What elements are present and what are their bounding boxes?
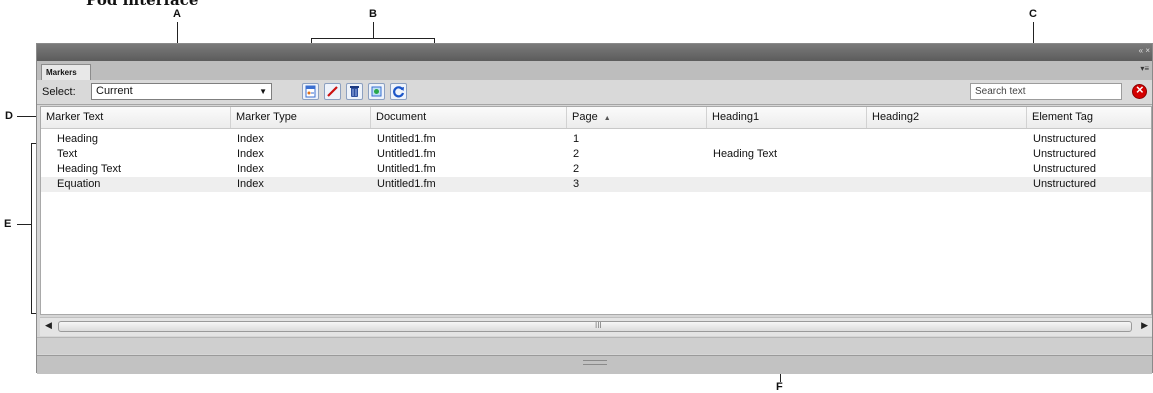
- cell-element-tag: Unstructured: [1033, 133, 1096, 145]
- scroll-right-icon[interactable]: ▶: [1141, 320, 1148, 331]
- scrollbar-grip: III: [595, 321, 602, 330]
- callout-b-bracket: [311, 38, 435, 39]
- tab-markers[interactable]: Markers: [41, 64, 91, 80]
- cell-page: 2: [573, 163, 580, 175]
- callout-e: E: [4, 218, 12, 230]
- callout-a: A: [173, 8, 181, 20]
- callout-e-line: [17, 224, 31, 225]
- panel-window-buttons[interactable]: « ×: [1139, 46, 1150, 55]
- cell-marker-type: Index: [237, 163, 264, 175]
- edit-marker-icon[interactable]: [302, 83, 319, 100]
- panel-bottom-bar: [37, 355, 1152, 374]
- callout-c: C: [1029, 8, 1037, 20]
- sort-ascending-icon: ▲: [603, 115, 611, 122]
- column-header-marker-type[interactable]: Marker Type: [231, 107, 371, 128]
- table-row[interactable]: Heading Text Index Untitled1.fm 2 Unstructur…: [41, 162, 1151, 177]
- cell-element-tag: Unstructured: [1033, 163, 1096, 175]
- search-input[interactable]: Search text: [970, 83, 1122, 100]
- table-row[interactable]: Heading Index Untitled1.fm 1 Unstructured: [41, 132, 1151, 147]
- callout-e-bracket: [31, 143, 32, 313]
- resize-grip[interactable]: [582, 360, 607, 365]
- tab-row: Markers ▾≡: [37, 61, 1152, 81]
- clear-search-icon[interactable]: [1132, 82, 1147, 99]
- cell-marker-text: Heading Text: [57, 163, 122, 175]
- cell-marker-text: Text: [57, 148, 78, 160]
- table-header: Marker Text Marker Type Document Page ▲ H…: [41, 107, 1151, 129]
- cell-marker-type: Index: [237, 148, 264, 160]
- column-header-element-tag[interactable]: Element Tag: [1027, 107, 1151, 128]
- insert-icon[interactable]: [368, 83, 385, 100]
- cell-page: 3: [573, 178, 580, 190]
- horizontal-scrollbar[interactable]: ◀ III ▶: [40, 317, 1152, 336]
- cell-document: Untitled1.fm: [377, 148, 436, 160]
- status-bar: [37, 337, 1152, 354]
- scrollbar-thumb[interactable]: III: [58, 321, 1132, 332]
- cell-marker-text: Equation: [57, 178, 101, 190]
- markers-table: Marker Text Marker Type Document Page ▲ H…: [40, 106, 1152, 315]
- callout-b: B: [369, 8, 377, 20]
- refresh-icon[interactable]: [390, 83, 407, 100]
- cell-marker-type: Index: [237, 133, 264, 145]
- cell-document: Untitled1.fm: [377, 178, 436, 190]
- cell-page: 2: [573, 148, 580, 160]
- cell-marker-text: Heading: [57, 133, 98, 145]
- column-header-heading1[interactable]: Heading1: [707, 107, 867, 128]
- callout-b-line: [373, 22, 374, 38]
- panel-menu-icon[interactable]: ▾≡: [1140, 64, 1149, 73]
- table-row[interactable]: Equation Index Untitled1.fm 3 Unstructured: [41, 177, 1151, 192]
- cell-element-tag: Unstructured: [1033, 178, 1096, 190]
- column-header-heading2[interactable]: Heading2: [867, 107, 1027, 128]
- table-row[interactable]: Text Index Untitled1.fm 2 Heading Text Unstru…: [41, 147, 1151, 162]
- cell-marker-type: Index: [237, 178, 264, 190]
- delete-icon[interactable]: [346, 83, 363, 100]
- scroll-left-icon[interactable]: ◀: [45, 320, 52, 331]
- figure-title: Pod interface: [86, 0, 199, 9]
- select-value: Current: [96, 85, 133, 97]
- callout-d: D: [5, 110, 13, 122]
- column-header-page-label: Page: [572, 111, 598, 123]
- cell-document: Untitled1.fm: [377, 133, 436, 145]
- chevron-down-icon: ▼: [259, 87, 267, 96]
- column-header-marker-text[interactable]: Marker Text: [41, 107, 231, 128]
- select-label: Select:: [42, 86, 76, 98]
- cell-page: 1: [573, 133, 580, 145]
- pencil-icon[interactable]: [324, 83, 341, 100]
- markers-panel: « × Markers ▾≡ Select: Current ▼ Search …: [36, 43, 1153, 374]
- callout-f: F: [776, 381, 783, 393]
- cell-element-tag: Unstructured: [1033, 148, 1096, 160]
- cell-heading1: Heading Text: [713, 148, 778, 160]
- toolbar: Select: Current ▼ Search text: [37, 80, 1152, 105]
- cell-document: Untitled1.fm: [377, 163, 436, 175]
- select-dropdown[interactable]: Current ▼: [91, 83, 272, 100]
- column-header-document[interactable]: Document: [371, 107, 567, 128]
- panel-titlebar: « ×: [37, 44, 1152, 61]
- column-header-page[interactable]: Page ▲: [567, 107, 707, 128]
